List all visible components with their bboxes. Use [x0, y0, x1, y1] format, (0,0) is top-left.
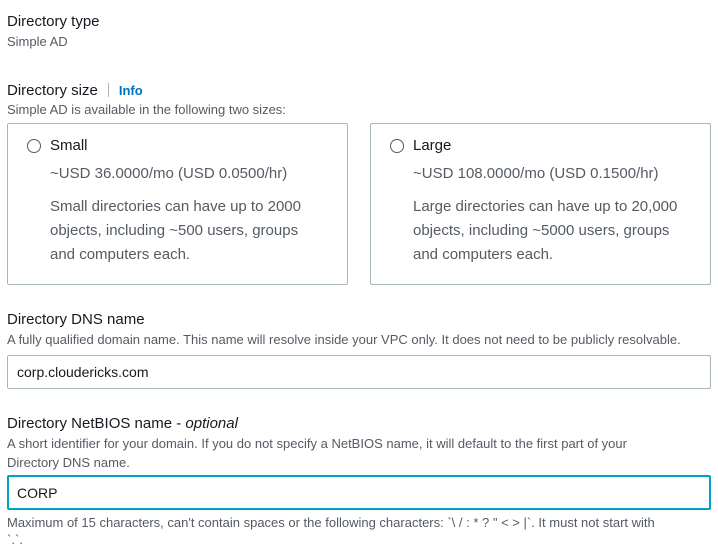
- directory-size-label: Directory size: [7, 82, 98, 99]
- netbios-name-heading: Directory NetBIOS name - optional: [7, 415, 238, 432]
- size-option-small-price: ~USD 36.0000/mo (USD 0.0500/hr): [50, 165, 288, 182]
- desc-line: objects, including ~500 users, groups: [50, 222, 299, 239]
- netbios-description-line2: Directory DNS name.: [7, 455, 130, 470]
- size-option-large[interactable]: Large ~USD 108.0000/mo (USD 0.1500/hr) L…: [370, 123, 711, 285]
- size-option-large-title: Large: [413, 137, 452, 154]
- size-option-large-description: Large directories can have up to 20,000 …: [413, 195, 703, 267]
- info-separator: [107, 83, 109, 97]
- dns-name-description: A fully qualified domain name. This name…: [7, 332, 681, 347]
- size-option-large-price: ~USD 108.0000/mo (USD 0.1500/hr): [413, 165, 659, 182]
- directory-type-label: Directory type: [7, 13, 100, 30]
- desc-line: and computers each.: [50, 246, 191, 263]
- radio-large[interactable]: [390, 139, 404, 153]
- netbios-constraint-line1: Maximum of 15 characters, can't contain …: [7, 515, 655, 530]
- netbios-name-label: Directory NetBIOS name -: [7, 415, 186, 432]
- desc-line: objects, including ~5000 users, groups: [413, 222, 670, 239]
- size-option-small-title: Small: [50, 137, 88, 154]
- radio-small[interactable]: [27, 139, 41, 153]
- info-link[interactable]: Info: [119, 83, 143, 98]
- directory-type-value: Simple AD: [7, 34, 68, 49]
- dns-name-input[interactable]: [7, 355, 711, 389]
- size-option-small[interactable]: Small ~USD 36.0000/mo (USD 0.0500/hr) Sm…: [7, 123, 348, 285]
- desc-line: Large directories can have up to 20,000: [413, 198, 678, 215]
- desc-line: Small directories can have up to 2000: [50, 198, 301, 215]
- optional-tag: optional: [185, 415, 238, 432]
- directory-size-description: Simple AD is available in the following …: [7, 102, 286, 117]
- desc-line: and computers each.: [413, 246, 554, 263]
- dns-name-label: Directory DNS name: [7, 311, 145, 328]
- netbios-description-line1: A short identifier for your domain. If y…: [7, 436, 627, 451]
- netbios-constraint-line2: `.`.: [7, 532, 23, 547]
- size-option-small-description: Small directories can have up to 2000 ob…: [50, 195, 330, 267]
- netbios-name-input[interactable]: [7, 475, 711, 510]
- directory-size-heading: Directory size Info: [7, 82, 143, 99]
